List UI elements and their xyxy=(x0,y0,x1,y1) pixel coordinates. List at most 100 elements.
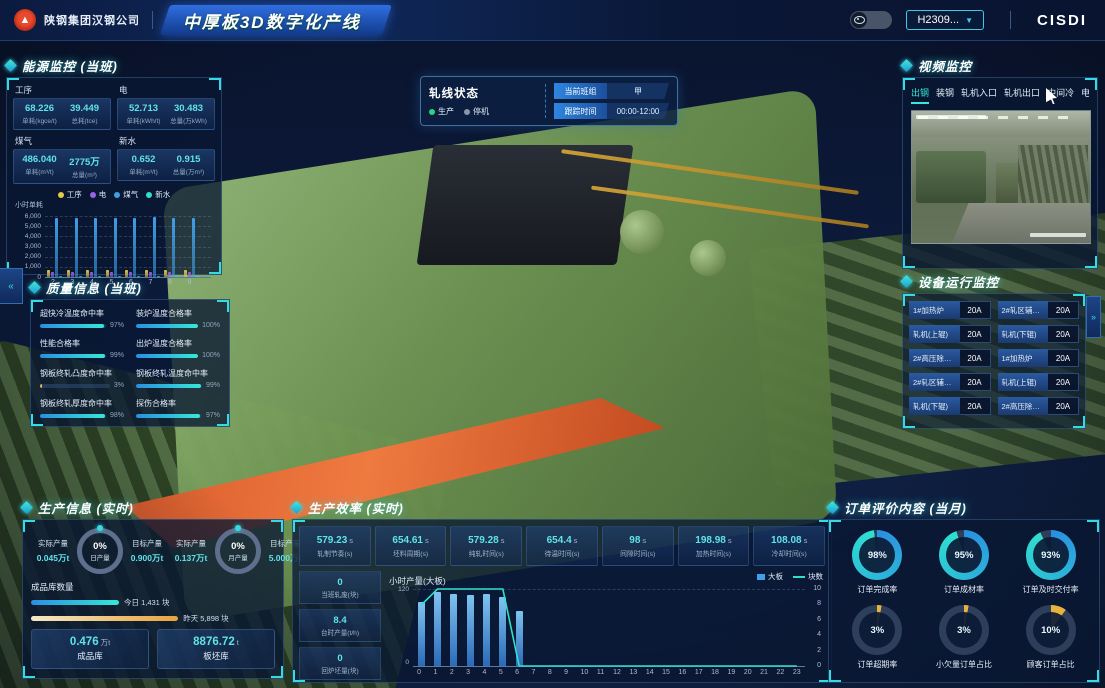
efficiency-card: 579.23s轧制节奏(s) xyxy=(299,526,371,566)
line-status-panel: 轧线状态 生产停机 当前班组甲跟踪时间00:00-12:00 xyxy=(420,76,678,126)
order-kpi: 3%订单超期率 xyxy=(852,605,902,670)
y-tick-right: 6 xyxy=(817,616,821,623)
x-tick: 16 xyxy=(679,669,687,676)
quality-bar-row: 100% xyxy=(136,352,220,359)
device-name: 2#轧区辅… xyxy=(909,373,960,391)
device-item[interactable]: 2#轧区辅…20A xyxy=(998,301,1080,319)
button-label: 当前班组 xyxy=(554,83,607,99)
energy-unit: 总耗(tce) xyxy=(62,115,107,125)
line-status-button[interactable]: 当前班组甲 xyxy=(554,83,669,99)
line-status-button[interactable]: 跟踪时间00:00-12:00 xyxy=(554,103,669,119)
bar-工序 xyxy=(47,270,50,277)
order-kpi-label: 订单完成率 xyxy=(857,584,897,595)
diamond-icon xyxy=(900,275,913,288)
device-name: 2#轧区辅… xyxy=(998,301,1049,319)
page-title-banner: 中厚板3D数字化产线 xyxy=(160,5,391,35)
energy-unit: 单耗(m³/t) xyxy=(17,166,62,176)
efficiency-card: 579.28s纯轧时间(s) xyxy=(450,526,522,566)
quality-bar-row: 99% xyxy=(40,352,124,359)
bar-新水 xyxy=(176,276,179,277)
device-item[interactable]: 2#高压除…20A xyxy=(909,349,991,367)
energy-chart-legend: 工序电煤气新水 xyxy=(13,189,215,200)
order-kpi-label: 订单超期率 xyxy=(857,659,897,670)
bar-工序 xyxy=(145,270,148,277)
bar-煤气 xyxy=(133,218,136,277)
quality-value: 98% xyxy=(110,412,124,419)
heat-number-dropdown[interactable]: H2309... ▼ xyxy=(906,10,984,30)
device-item[interactable]: 1#加热炉20A xyxy=(909,301,991,319)
y-tick: 6,000 xyxy=(13,213,41,220)
target-output: 目标产量0.900万t xyxy=(125,538,169,564)
device-item[interactable]: 2#高压除…20A xyxy=(998,397,1080,415)
progress-fill xyxy=(136,384,201,388)
y-tick: 3,000 xyxy=(13,243,41,250)
device-name: 轧机(上辊) xyxy=(998,373,1049,391)
device-item[interactable]: 轧机(上辊)20A xyxy=(909,325,991,343)
legend-label: 新水 xyxy=(155,189,170,200)
energy-cards: 工序68.226单耗(kgce/t)39.449总耗(tce)电52.713单耗… xyxy=(13,84,215,184)
device-item[interactable]: 轧机(上辊)20A xyxy=(998,373,1080,391)
legend-dot-icon xyxy=(90,192,96,198)
order-donut-value: 95% xyxy=(946,537,982,573)
actual-value: 0.137万t xyxy=(169,552,213,564)
status-dot-icon xyxy=(429,109,435,115)
video-tab-轧机入口[interactable]: 轧机入口 xyxy=(961,86,997,104)
energy-metric: 68.226单耗(kgce/t) xyxy=(17,103,62,125)
video-tab-出钢[interactable]: 出钢 xyxy=(911,86,929,104)
device-item[interactable]: 2#轧区辅…20A xyxy=(909,373,991,391)
x-tick: 1 xyxy=(434,669,438,676)
quality-bar-row: 97% xyxy=(136,412,220,419)
quality-label: 钢板终轧厚度命中率 xyxy=(40,398,124,409)
efficiency-card: 98s间隙时间(s) xyxy=(602,526,674,566)
line-status-buttons: 当前班组甲跟踪时间00:00-12:00 xyxy=(554,83,669,119)
quality-title: 质量信息 (当班) xyxy=(46,278,142,297)
gridline xyxy=(45,226,211,227)
x-tick: 12 xyxy=(613,669,621,676)
quality-label: 钢板终轧温度命中率 xyxy=(136,368,220,379)
x-tick: 3 xyxy=(466,669,470,676)
stock-title: 成品库数量 xyxy=(31,581,275,593)
video-tab-电加热[interactable]: 电加热 xyxy=(1081,86,1089,104)
device-item[interactable]: 轧机(下辊)20A xyxy=(909,397,991,415)
y-tick-left: 120 xyxy=(389,586,409,593)
x-tick: 19 xyxy=(728,669,736,676)
device-current: 20A xyxy=(1048,301,1079,319)
device-item[interactable]: 轧机(下辊)20A xyxy=(998,325,1080,343)
legend-dot-icon xyxy=(58,192,64,198)
quality-value: 97% xyxy=(110,322,124,329)
orders-panel: 订单评价内容 (当月) 98%订单完成率95%订单成材率93%订单及时交付率3%… xyxy=(828,498,1100,683)
bar-电 xyxy=(51,272,54,277)
divider xyxy=(152,11,153,29)
status-legend-item: 停机 xyxy=(464,106,489,117)
eye-icon xyxy=(854,16,865,24)
energy-value: 68.226 xyxy=(17,103,62,114)
energy-chart-ylabel: 小时单耗 xyxy=(15,200,43,210)
quality-item: 钢板终轧厚度命中率 98% xyxy=(40,398,124,419)
quality-panel: 质量信息 (当班) 超快冷温度命中率97%装炉温度合格率100%性能合格率99%… xyxy=(30,278,230,427)
video-tab-轧机出口[interactable]: 轧机出口 xyxy=(1004,86,1040,104)
bar-电 xyxy=(110,272,113,277)
cctv-frame[interactable] xyxy=(911,110,1091,244)
video-panel: 视频监控 出钢装钢轧机入口轧机出口中间冷电加热 xyxy=(902,56,1098,269)
energy-panel: 能源监控 (当班) 工序68.226单耗(kgce/t)39.449总耗(tce… xyxy=(6,56,222,275)
x-tick: 9 xyxy=(564,669,568,676)
device-item[interactable]: 1#加热炉20A xyxy=(998,349,1080,367)
video-tab-装钢[interactable]: 装钢 xyxy=(936,86,954,104)
energy-title: 能源监控 (当班) xyxy=(22,56,118,75)
gridline xyxy=(45,257,211,258)
scene-rail xyxy=(561,149,859,195)
cisdi-logo: CISDI xyxy=(1037,12,1087,29)
devices-collapse-tab[interactable]: » xyxy=(1086,296,1101,338)
donut-label: 日产量 xyxy=(90,552,110,562)
quality-collapse-tab[interactable]: « xyxy=(0,268,23,304)
x-tick: 22 xyxy=(777,669,785,676)
y-tick-right: 2 xyxy=(817,647,821,654)
quality-item: 钢板终轧凸度命中率3% xyxy=(40,368,124,389)
quality-bar-row: 97% xyxy=(40,322,124,329)
quality-value: 97% xyxy=(206,412,220,419)
stock-card: 0.476万t成品库 xyxy=(31,629,149,669)
target-label: 目标产量 xyxy=(125,538,169,549)
visibility-toggle[interactable] xyxy=(850,11,892,29)
bar-煤气 xyxy=(114,218,117,277)
energy-card-box: 0.652单耗(m³/t)0.915总量(万m³) xyxy=(117,149,215,181)
